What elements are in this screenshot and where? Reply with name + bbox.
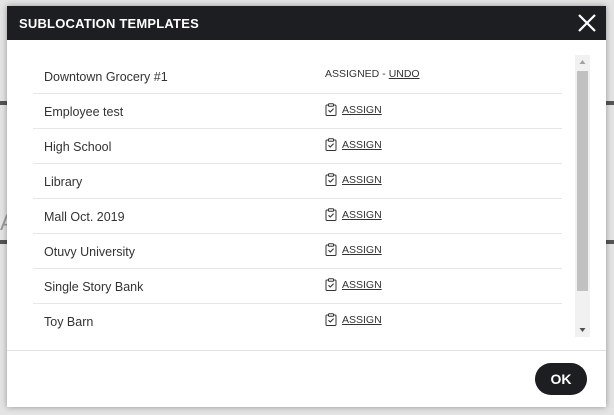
template-name: Single Story Bank (44, 280, 144, 294)
assigned-status-text: ASSIGNED - (325, 68, 386, 80)
assign-link[interactable]: ASSIGN (342, 314, 382, 326)
modal-body: Downtown Grocery #1 ASSIGNED - UNDO Employ… (7, 40, 606, 350)
modal-header: SUBLOCATION TEMPLATES (7, 6, 606, 40)
triangle-down-icon (579, 328, 586, 332)
template-row: Otuvy University ASSIGN (33, 234, 562, 269)
template-row: Single Story Bank ASSIGN (33, 269, 562, 304)
template-action: ASSIGN (325, 138, 382, 151)
clipboard-check-icon[interactable] (325, 138, 337, 151)
template-name: Library (44, 175, 83, 189)
assign-link[interactable]: ASSIGN (342, 104, 382, 116)
assign-link[interactable]: ASSIGN (342, 174, 382, 186)
clipboard-check-icon[interactable] (325, 173, 337, 186)
template-action: ASSIGN (325, 243, 382, 256)
template-action: ASSIGN (325, 208, 382, 221)
scroll-thumb[interactable] (577, 71, 588, 291)
template-action: ASSIGN (325, 173, 382, 186)
template-name: Downtown Grocery #1 (44, 70, 168, 84)
template-row: High School ASSIGN (33, 129, 562, 164)
clipboard-check-icon[interactable] (325, 278, 337, 291)
background-divider (606, 240, 614, 244)
close-icon (578, 14, 596, 32)
template-row: Library ASSIGN (33, 164, 562, 199)
template-name: High School (44, 140, 112, 154)
scroll-down-arrow[interactable] (575, 323, 590, 337)
template-name: Employee test (44, 105, 124, 119)
template-row: Employee test ASSIGN (33, 94, 562, 129)
undo-link[interactable]: UNDO (389, 68, 420, 80)
scrollbar[interactable] (575, 55, 590, 337)
clipboard-check-icon[interactable] (325, 103, 337, 116)
template-action: ASSIGN (325, 103, 382, 116)
template-action: ASSIGN (325, 278, 382, 291)
background-divider (606, 101, 614, 105)
triangle-up-icon (579, 60, 586, 64)
ok-button[interactable]: OK (535, 363, 587, 395)
assign-link[interactable]: ASSIGN (342, 279, 382, 291)
scroll-up-arrow[interactable] (575, 55, 590, 69)
sublocation-templates-modal: SUBLOCATION TEMPLATES Downtown Grocery #… (7, 6, 606, 407)
assign-link[interactable]: ASSIGN (342, 139, 382, 151)
modal-footer: OK (7, 350, 606, 407)
template-row: Mall Oct. 2019 ASSIGN (33, 199, 562, 234)
template-name: Otuvy University (44, 245, 135, 259)
template-name: Mall Oct. 2019 (44, 210, 125, 224)
clipboard-check-icon[interactable] (325, 313, 337, 326)
clipboard-check-icon[interactable] (325, 208, 337, 221)
template-action: ASSIGN (325, 313, 382, 326)
modal-title: SUBLOCATION TEMPLATES (19, 16, 199, 31)
template-action: ASSIGNED - UNDO (325, 68, 420, 80)
template-row: Toy Barn ASSIGN (33, 304, 562, 339)
assign-link[interactable]: ASSIGN (342, 209, 382, 221)
close-button[interactable] (574, 10, 600, 36)
assign-link[interactable]: ASSIGN (342, 244, 382, 256)
template-row: Downtown Grocery #1 ASSIGNED - UNDO (33, 59, 562, 94)
template-name: Toy Barn (44, 315, 94, 329)
clipboard-check-icon[interactable] (325, 243, 337, 256)
template-list: Downtown Grocery #1 ASSIGNED - UNDO Employ… (33, 59, 562, 339)
